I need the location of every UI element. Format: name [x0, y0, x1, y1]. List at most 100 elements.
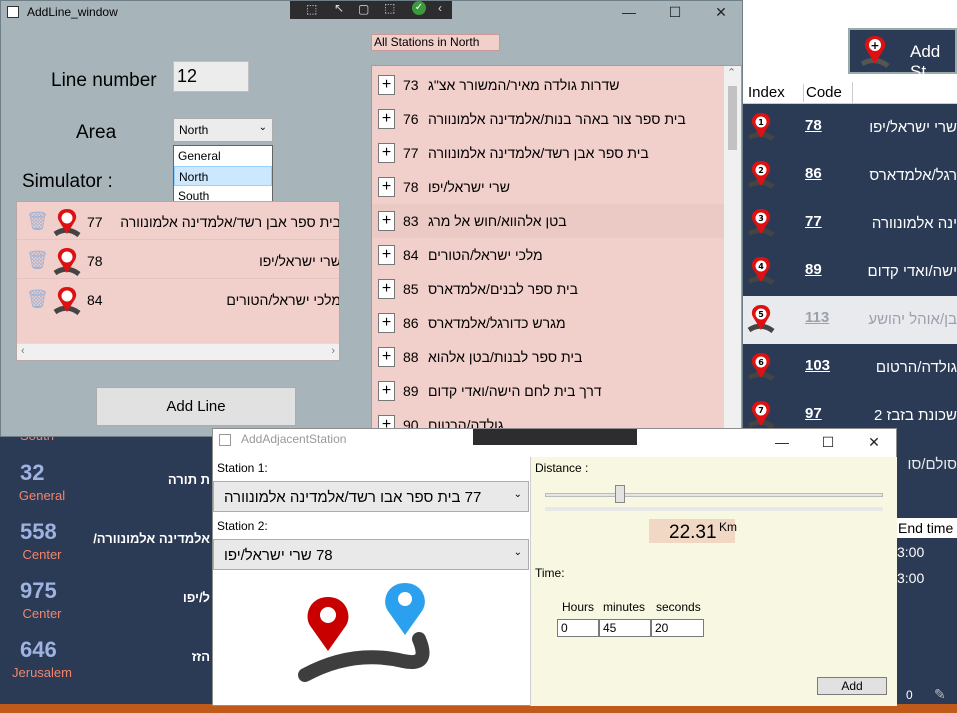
station-list-item[interactable]: +78 שרי ישראל/יפו	[372, 170, 724, 204]
line-number-input[interactable]	[173, 61, 249, 92]
seconds-input[interactable]	[651, 619, 704, 637]
table-row[interactable]: 5 113 בן/אוהל יהושע	[743, 296, 957, 344]
station-code[interactable]: 86	[805, 165, 822, 182]
station-number: 73	[403, 77, 419, 93]
add-station-button[interactable]: +	[378, 143, 395, 163]
adjacent-close-button[interactable]: ✕	[851, 431, 897, 453]
station-code[interactable]: 77	[805, 213, 822, 230]
add-station-button[interactable]: +	[378, 347, 395, 367]
addline-titlebar[interactable]: AddLine_window ⬚ ↖ ▢ ⬚ ✓ ‹ — ☐ ✕	[1, 1, 742, 23]
station-list-item[interactable]: +86 מגרש כדורגל/אלמדארס	[372, 306, 724, 340]
line-area: Center	[22, 547, 62, 562]
station-list-item[interactable]: +73 שדרות גולדה מאיר/המשורר אצ"ג	[372, 68, 724, 102]
station-list-item[interactable]: +76 בית ספר צור באהר בנות/אלמדינה אלמונוו…	[372, 102, 724, 136]
stations-list[interactable]: +73 שדרות גולדה מאיר/המשורר אצ"ג +76 בית ספ…	[371, 65, 742, 437]
station-code[interactable]: 89	[805, 261, 822, 278]
add-station-button[interactable]: + Add St	[848, 28, 957, 81]
toolbar-adorner-icon[interactable]: ⬚	[384, 1, 395, 15]
table-row[interactable]: 2 86 רגל/אלמדארס	[743, 152, 957, 200]
line-item[interactable]: 646 Jerusalem הזז	[0, 635, 212, 691]
line-item[interactable]: 32 General ת תורה	[0, 458, 212, 514]
trash-icon[interactable]: 🗑	[26, 211, 49, 232]
maximize-button[interactable]: ☐	[652, 1, 698, 23]
simulator-row[interactable]: 🗑 77 בית ספר אבן רשד/אלמדינה אלמונוורה	[17, 204, 339, 240]
toolbar-pointer-icon[interactable]: ↖	[334, 1, 344, 15]
distance-label: Distance :	[535, 461, 589, 475]
area-option-general[interactable]: General	[174, 146, 272, 166]
minimize-button[interactable]: —	[606, 1, 652, 23]
station-list-item[interactable]: +89 דרך בית לחם הישה/ואדי קדום	[372, 374, 724, 408]
station-name: בית ספר אבן רשד/אלמדינה אלמונוורה	[428, 145, 649, 161]
distance-slider[interactable]	[545, 485, 883, 503]
station-code[interactable]: 113	[805, 309, 829, 326]
line-item[interactable]: 558 Center אלמדינה אלמונוורה/	[0, 517, 212, 573]
add-station-button[interactable]: +	[378, 313, 395, 333]
station-list-item[interactable]: +84 מלכי ישראל/הטורים	[372, 238, 724, 272]
toolbar-check-icon[interactable]: ✓	[412, 1, 426, 15]
station2-select[interactable]: 78 שרי ישראל/יפו ⌄	[213, 539, 529, 570]
stations-vscrollbar[interactable]: ⌃ ⌄	[724, 66, 741, 436]
station-code[interactable]: 78	[805, 117, 822, 134]
toolbar-collapse-icon[interactable]: ‹	[438, 1, 442, 15]
scroll-right-icon[interactable]: ›	[331, 345, 335, 357]
simulator-row[interactable]: 🗑 78 שרי ישראל/יפו	[17, 243, 339, 279]
add-station-button[interactable]: +	[378, 109, 395, 129]
simulator-list[interactable]: 🗑 77 בית ספר אבן רשד/אלמדינה אלמונוורה 🗑 78 ש…	[16, 201, 340, 361]
add-station-button[interactable]: +	[378, 381, 395, 401]
simulator-row[interactable]: 🗑 84 מלכי ישראל/הטורים	[17, 282, 339, 318]
close-button[interactable]: ✕	[698, 1, 744, 23]
station-list-item[interactable]: +77 בית ספר אבן רשד/אלמדינה אלמונוורה	[372, 136, 724, 170]
distance-slider-thumb[interactable]	[615, 485, 625, 503]
line-name: אלמדינה אלמונוורה/	[93, 531, 210, 546]
route-marker-icon: 3	[747, 208, 775, 238]
station-name: שדרות גולדה מאיר/המשורר אצ"ג	[428, 77, 620, 93]
trash-icon[interactable]: 🗑	[26, 250, 49, 271]
area-option-north[interactable]: North	[174, 166, 272, 186]
simulator-hscrollbar[interactable]: ‹ ›	[17, 343, 339, 360]
scroll-up-icon[interactable]: ⌃	[727, 66, 736, 79]
add-station-button[interactable]: +	[378, 75, 395, 95]
station-code[interactable]: 103	[805, 357, 830, 374]
add-button[interactable]: Add	[817, 677, 887, 695]
route-marker-icon: 1	[747, 112, 775, 142]
line-number: 975	[20, 578, 57, 603]
table-row[interactable]: 4 89 ישה/ואדי קדום	[743, 248, 957, 296]
adjacent-titlebar[interactable]: AddAdjacentStation — ☐ ✕	[213, 429, 896, 457]
add-station-button[interactable]: +	[378, 279, 395, 299]
column-header-index[interactable]: Index	[748, 84, 785, 102]
area-select[interactable]: North ⌄	[173, 118, 273, 142]
station-list-item[interactable]: +85 בית ספר לבנים/אלמדארס	[372, 272, 724, 306]
station2-value: 78 שרי ישראל/יפו	[224, 547, 333, 564]
station-list-item[interactable]: +83 בטן אלהווא/חוש אל מרג	[372, 204, 724, 238]
add-station-button[interactable]: +	[378, 211, 395, 231]
pencil-icon[interactable]: ✎	[934, 686, 946, 703]
hours-input[interactable]	[557, 619, 599, 637]
adjacent-minimize-button[interactable]: —	[759, 431, 805, 453]
station1-select[interactable]: 77 בית ספר אבו רשד/אלמדינה אלמונוורה ⌄	[213, 481, 529, 512]
column-header-code[interactable]: Code	[803, 84, 842, 102]
add-station-button[interactable]: +	[378, 177, 395, 197]
distance-readout: 22.31 Km	[649, 519, 737, 543]
toolbar-frame-icon[interactable]: ▢	[358, 2, 369, 16]
line-name: ת תורה	[167, 472, 210, 487]
svg-text:4: 4	[758, 262, 764, 271]
station-list-item[interactable]: +88 בית ספר לבנות/בטן אלהוא	[372, 340, 724, 374]
adjacent-maximize-button[interactable]: ☐	[805, 431, 851, 453]
route-marker-icon: 2	[747, 160, 775, 190]
add-station-button[interactable]: +	[378, 245, 395, 265]
station-name: רגל/אלמדארס	[869, 167, 957, 184]
scroll-thumb[interactable]	[728, 86, 737, 150]
add-line-button[interactable]: Add Line	[96, 387, 296, 426]
table-row[interactable]: 6 103 גולדה/הרטום	[743, 344, 957, 392]
table-row[interactable]: 3 77 ינה אלמונוורה	[743, 200, 957, 248]
toolbar-select-icon[interactable]: ⬚	[306, 2, 317, 16]
line-item[interactable]: 975 Center ל/יפו	[0, 576, 212, 632]
scroll-left-icon[interactable]: ‹	[21, 345, 25, 357]
trash-icon[interactable]: 🗑	[26, 289, 49, 310]
station-code[interactable]: 97	[805, 405, 822, 422]
minutes-input[interactable]	[599, 619, 651, 637]
time-label: Time:	[535, 566, 565, 580]
table-row[interactable]: 1 78 שרי ישראל/יפו	[743, 104, 957, 152]
stations-header: All Stations in North	[371, 34, 500, 51]
svg-text:5: 5	[758, 310, 764, 319]
